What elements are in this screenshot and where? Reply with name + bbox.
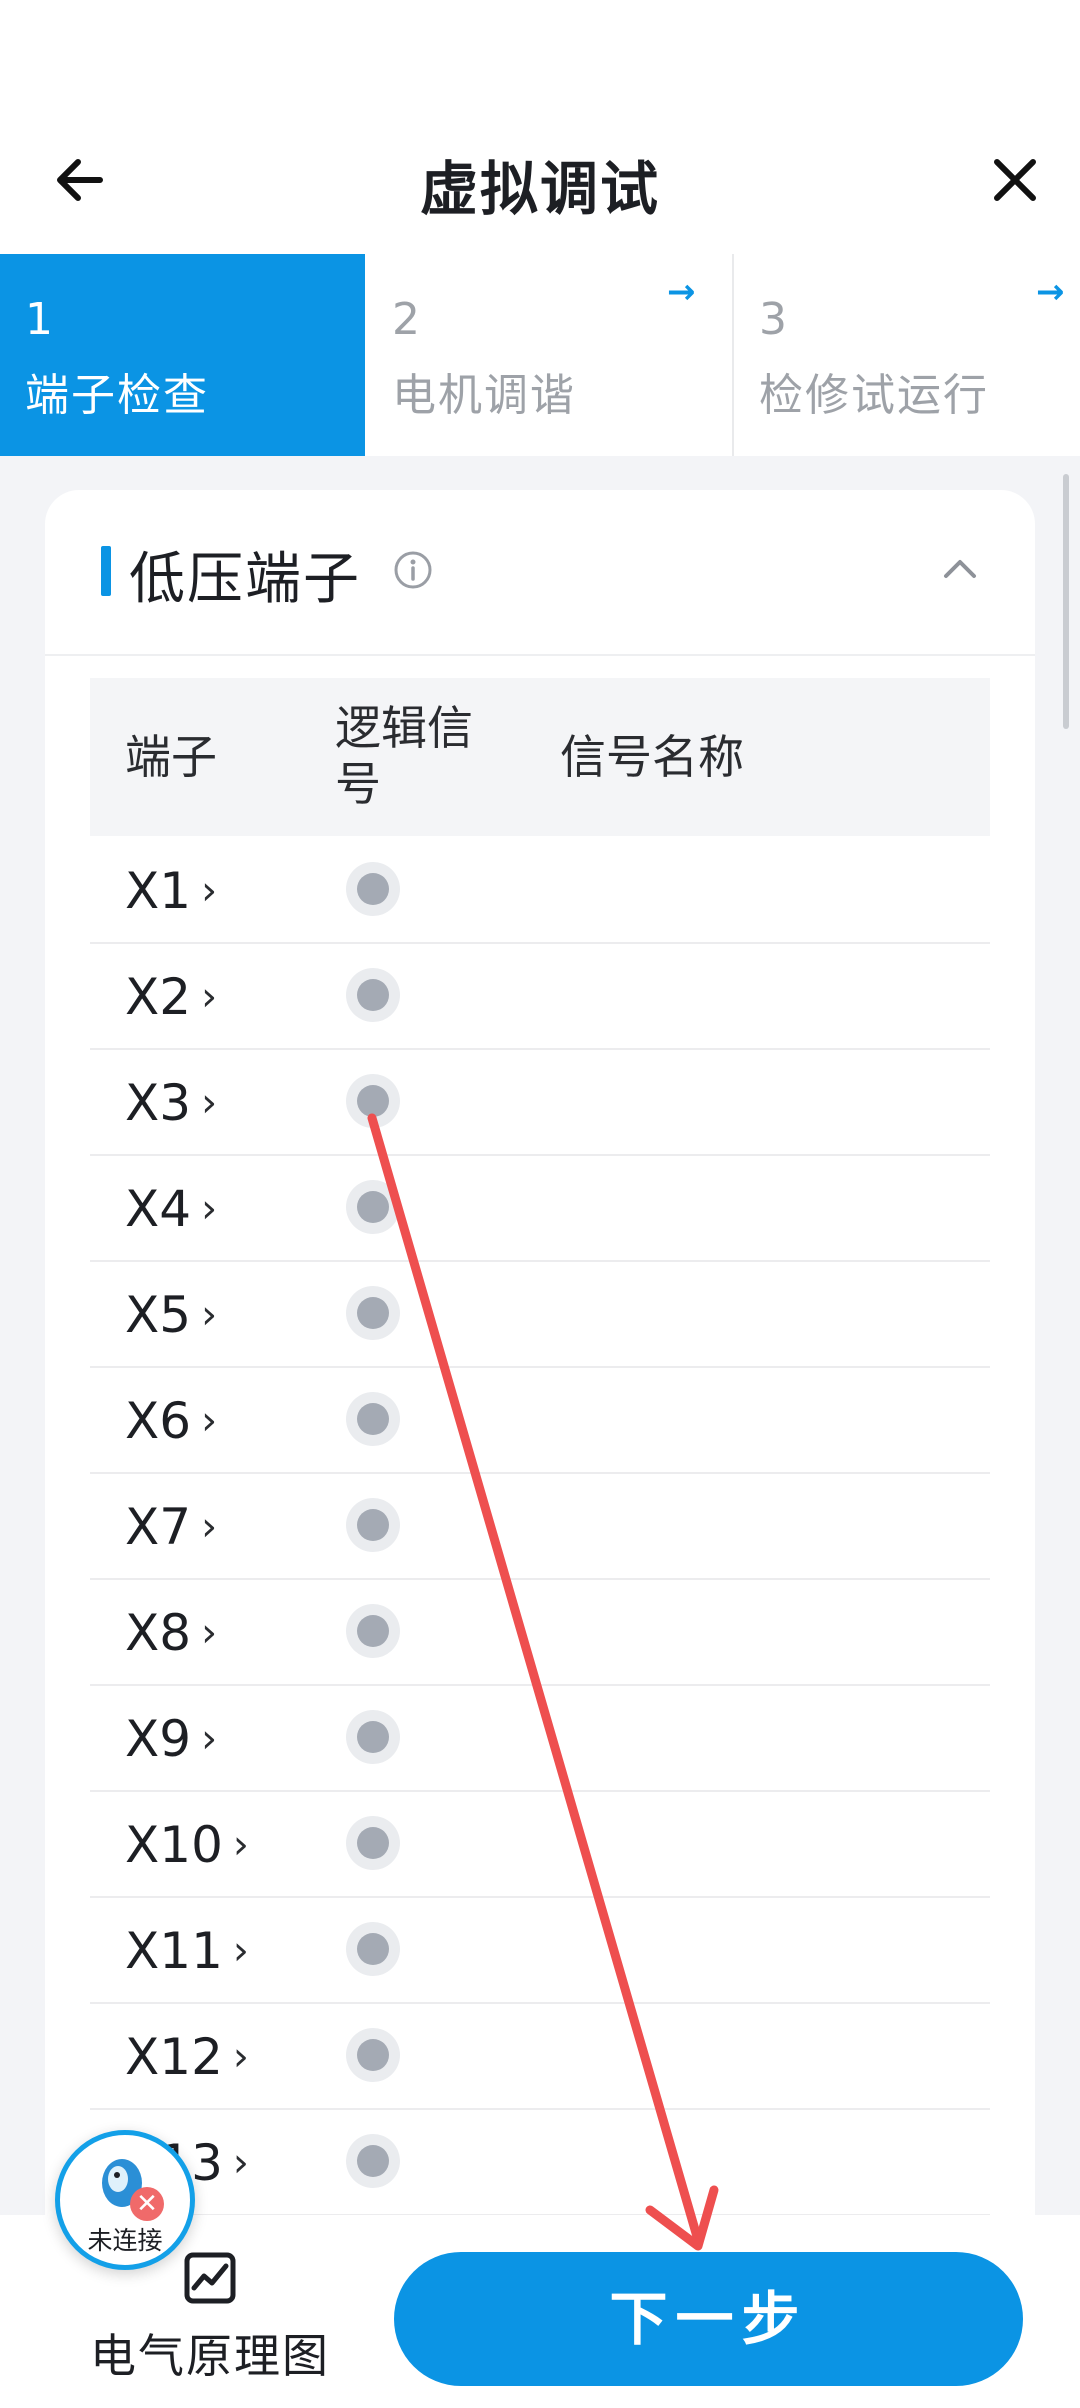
status-bar xyxy=(0,0,1080,120)
arrow-right-icon: → xyxy=(1036,272,1065,312)
chevron-right-icon: › xyxy=(201,1292,218,1338)
step-1-terminal-check[interactable]: 1 端子检查 xyxy=(0,254,365,456)
signal-indicator xyxy=(346,1286,400,1340)
app-header: 虚拟调试 xyxy=(0,120,1080,254)
terminal-link[interactable]: X9 › xyxy=(125,1710,217,1768)
chevron-right-icon: › xyxy=(232,2140,249,2186)
table-row[interactable]: X5 › xyxy=(90,1260,990,1368)
column-header-logic-signal: 逻辑信号 xyxy=(335,701,473,811)
section-header[interactable]: 低压端子 xyxy=(45,490,1035,656)
table-row[interactable]: X12 › xyxy=(90,2002,990,2110)
terminal-id: X6 xyxy=(125,1392,192,1450)
terminal-link[interactable]: X3 › xyxy=(125,1074,217,1132)
disconnected-icon: ✕ xyxy=(130,2187,164,2221)
section-accent-bar xyxy=(101,546,111,596)
table-row[interactable]: X6 › xyxy=(90,1366,990,1474)
terminal-link[interactable]: X11 › xyxy=(125,1922,249,1980)
step-label: 端子检查 xyxy=(25,370,209,421)
page-title: 虚拟调试 xyxy=(419,155,660,223)
terminal-id: X4 xyxy=(125,1180,192,1238)
terminal-link[interactable]: X6 › xyxy=(125,1392,217,1450)
terminal-id: X7 xyxy=(125,1498,192,1556)
chevron-right-icon: › xyxy=(201,1504,218,1550)
step-tabs: 1 端子检查 → 2 电机调谐 → 3 检修试运行 xyxy=(0,254,1080,456)
table-row[interactable]: X8 › xyxy=(90,1578,990,1686)
low-voltage-terminal-card: 低压端子 端子 逻辑信号 信号名称 X1 › X2 › X3 › X4 › X5 › X6… xyxy=(45,490,1035,2250)
terminal-link[interactable]: X12 › xyxy=(125,2028,249,2086)
chevron-right-icon: › xyxy=(201,868,218,914)
table-row[interactable]: X4 › xyxy=(90,1154,990,1262)
signal-indicator xyxy=(346,2028,400,2082)
signal-indicator xyxy=(346,1392,400,1446)
chevron-right-icon: › xyxy=(232,2034,249,2080)
terminal-link[interactable]: X2 › xyxy=(125,968,217,1026)
signal-indicator xyxy=(346,1498,400,1552)
signal-indicator xyxy=(346,1816,400,1870)
arrow-right-icon: → xyxy=(667,272,696,312)
terminal-id: X10 xyxy=(125,1816,223,1874)
table-row[interactable]: X10 › xyxy=(90,1790,990,1898)
terminal-id: X11 xyxy=(125,1922,223,1980)
chevron-right-icon: › xyxy=(201,1398,218,1444)
step-number: 2 xyxy=(392,294,420,345)
chevron-up-icon[interactable] xyxy=(940,548,980,588)
table-row[interactable]: X1 › xyxy=(90,836,990,944)
terminal-link[interactable]: X8 › xyxy=(125,1604,217,1662)
info-icon[interactable] xyxy=(393,550,433,590)
terminal-link[interactable]: X10 › xyxy=(125,1816,249,1874)
connection-status-text: 未连接 xyxy=(87,2226,163,2255)
column-header-terminal: 端子 xyxy=(125,730,217,784)
terminal-id: X2 xyxy=(125,968,192,1026)
terminal-link[interactable]: X1 › xyxy=(125,862,217,920)
signal-indicator xyxy=(346,1604,400,1658)
chevron-right-icon: › xyxy=(201,1186,218,1232)
signal-indicator xyxy=(346,2134,400,2188)
table-row[interactable]: X3 › xyxy=(90,1048,990,1156)
table-row[interactable]: X2 › xyxy=(90,942,990,1050)
signal-indicator xyxy=(346,1180,400,1234)
terminal-id: X8 xyxy=(125,1604,192,1662)
chevron-right-icon: › xyxy=(201,1716,218,1762)
step-2-motor-tuning[interactable]: → 2 电机调谐 xyxy=(367,254,734,456)
terminal-id: X12 xyxy=(125,2028,223,2086)
section-title: 低压端子 xyxy=(129,547,361,612)
terminal-link[interactable]: X5 › xyxy=(125,1286,217,1344)
electrical-diagram-button[interactable]: 电气原理图 xyxy=(80,2250,340,2400)
table-row[interactable]: X9 › xyxy=(90,1684,990,1792)
column-header-signal-name: 信号名称 xyxy=(560,730,744,784)
chevron-right-icon: › xyxy=(201,974,218,1020)
terminal-id: X3 xyxy=(125,1074,192,1132)
scrollbar[interactable] xyxy=(1063,474,1069,729)
chart-icon xyxy=(184,2252,236,2304)
chevron-right-icon: › xyxy=(201,1610,218,1656)
step-number: 3 xyxy=(759,294,787,345)
table-row[interactable]: X7 › xyxy=(90,1472,990,1580)
terminal-id: X1 xyxy=(125,862,192,920)
signal-indicator xyxy=(346,1710,400,1764)
step-number: 1 xyxy=(25,294,53,345)
signal-indicator xyxy=(346,968,400,1022)
terminal-id: X5 xyxy=(125,1286,192,1344)
signal-indicator xyxy=(346,1922,400,1976)
close-icon[interactable] xyxy=(985,150,1045,210)
terminal-link[interactable]: X7 › xyxy=(125,1498,217,1556)
terminal-id: X9 xyxy=(125,1710,192,1768)
table-row[interactable]: X11 › xyxy=(90,1896,990,2004)
signal-indicator xyxy=(346,862,400,916)
connection-status-badge[interactable]: ✕ 未连接 xyxy=(55,2130,195,2270)
terminal-link[interactable]: X4 › xyxy=(125,1180,217,1238)
step-3-trial-run[interactable]: → 3 检修试运行 xyxy=(734,254,1080,456)
next-step-button[interactable]: 下一步 xyxy=(394,2252,1023,2386)
electrical-diagram-label: 电气原理图 xyxy=(90,2329,330,2383)
chevron-right-icon: › xyxy=(232,1822,249,1868)
table-row[interactable]: X13› xyxy=(90,2108,990,2216)
chevron-right-icon: › xyxy=(201,1080,218,1126)
table-header: 端子 逻辑信号 信号名称 xyxy=(90,678,990,836)
step-label: 电机调谐 xyxy=(392,370,576,421)
step-label: 检修试运行 xyxy=(759,370,989,421)
chevron-right-icon: › xyxy=(232,1928,249,1974)
signal-indicator xyxy=(346,1074,400,1128)
